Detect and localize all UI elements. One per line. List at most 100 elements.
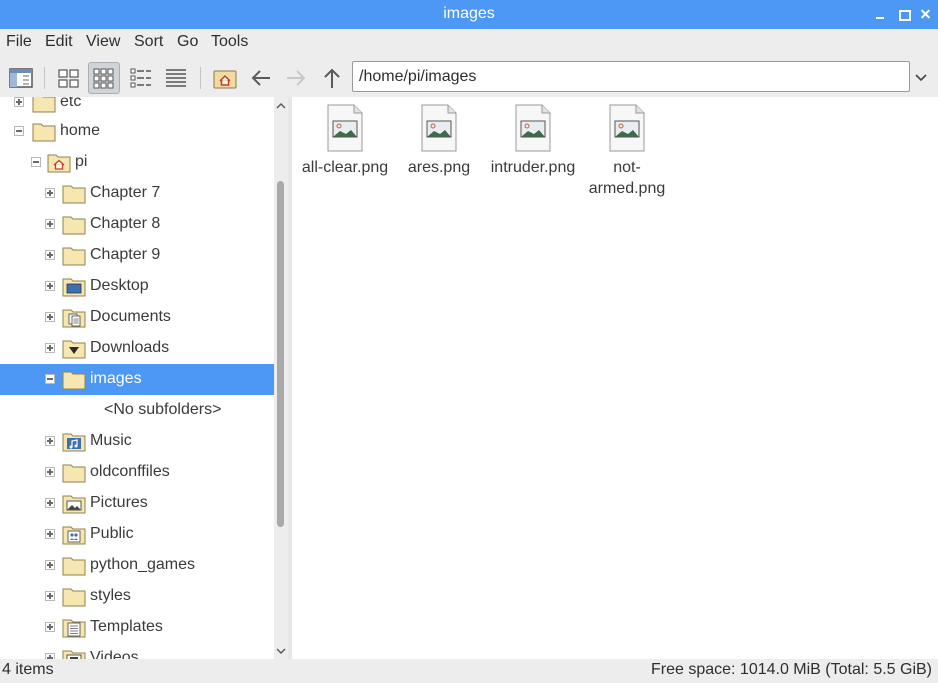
expand-icon[interactable] [45, 343, 55, 353]
tree-item-oldconffiles[interactable]: oldconffiles [0, 457, 275, 488]
file-name: intruder.png [490, 159, 576, 176]
image-file-icon [513, 103, 553, 153]
expand-icon[interactable] [45, 622, 55, 632]
expand-icon[interactable] [45, 250, 55, 260]
scroll-down-icon[interactable] [275, 644, 287, 656]
tree-item-label: Downloads [90, 339, 170, 356]
free-space: Free space: 1014.0 MiB (Total: 5.5 GiB) [650, 661, 932, 678]
file-name: not- armed.png [588, 159, 666, 197]
folder-icon [32, 97, 56, 113]
maximize-icon[interactable] [896, 6, 912, 22]
collapse-icon[interactable] [14, 126, 24, 136]
menu-edit[interactable]: Edit [45, 33, 73, 51]
scrollbar-thumb[interactable] [277, 181, 284, 527]
expand-icon[interactable] [45, 591, 55, 601]
tree-item-styles[interactable]: styles [0, 581, 275, 612]
documents-folder-icon [62, 306, 86, 328]
expand-icon[interactable] [45, 498, 55, 508]
menu-bar: File Edit View Sort Go Tools [0, 29, 938, 57]
compact-view-icon[interactable] [125, 62, 157, 94]
expand-icon[interactable] [45, 281, 55, 291]
title-bar[interactable]: images [0, 0, 938, 29]
expand-icon[interactable] [14, 97, 24, 107]
menu-sort[interactable]: Sort [134, 33, 163, 51]
music-folder-icon [62, 430, 86, 452]
menu-view[interactable]: View [86, 33, 120, 51]
tree-item-label: Chapter 8 [90, 215, 161, 232]
menu-file[interactable]: File [6, 33, 32, 51]
home-icon[interactable] [209, 62, 241, 94]
thumbnail-view-icon[interactable] [88, 62, 120, 94]
collapse-icon[interactable] [45, 374, 55, 384]
tree-item-pictures[interactable]: Pictures [0, 488, 275, 519]
expand-icon[interactable] [45, 219, 55, 229]
pictures-folder-icon [62, 492, 86, 514]
tree-item-label: oldconffiles [90, 463, 170, 480]
templates-folder-icon [62, 616, 86, 638]
expand-icon[interactable] [45, 312, 55, 322]
sidepane-toggle-icon[interactable] [5, 62, 37, 94]
tree-item-label: Chapter 9 [90, 246, 161, 263]
up-arrow-icon[interactable] [316, 62, 348, 94]
expand-icon[interactable] [45, 436, 55, 446]
menu-go[interactable]: Go [177, 33, 198, 51]
close-icon[interactable] [918, 6, 934, 22]
tree-item-desktop[interactable]: Desktop [0, 271, 275, 302]
toolbar-separator [200, 67, 201, 89]
tree-item-music[interactable]: Music [0, 426, 275, 457]
tree-item-label: Chapter 7 [90, 184, 161, 201]
folder-icon [62, 554, 86, 576]
tree-item-label: Documents [90, 308, 171, 325]
tree-item-home[interactable]: home [0, 116, 275, 147]
window-title: images [443, 5, 495, 22]
image-file-icon [607, 103, 647, 153]
path-input[interactable] [353, 62, 909, 91]
folder-icon [62, 585, 86, 607]
tree-item-pi[interactable]: pi [0, 147, 275, 178]
file-item[interactable]: intruder.png [485, 103, 581, 178]
public-folder-icon [62, 523, 86, 545]
tree-item-chapter-9[interactable]: Chapter 9 [0, 240, 275, 271]
tree-item-label: Pictures [90, 494, 148, 511]
expand-icon[interactable] [45, 467, 55, 477]
sidebar-scrollbar[interactable] [274, 97, 288, 659]
minimize-icon[interactable] [872, 6, 888, 22]
tree-item-chapter-8[interactable]: Chapter 8 [0, 209, 275, 240]
tree-item-videos[interactable]: Videos [0, 643, 275, 659]
no-subfolders-label: <No subfolders> [104, 401, 222, 418]
file-item[interactable]: all-clear.png [297, 103, 393, 178]
tree-item-documents[interactable]: Documents [0, 302, 275, 333]
chevron-down-icon[interactable] [912, 69, 930, 87]
expand-icon[interactable] [45, 529, 55, 539]
tree-item-label: pi [75, 153, 88, 170]
tree-item-label: Templates [90, 618, 163, 635]
tree-item-downloads[interactable]: Downloads [0, 333, 275, 364]
expand-icon[interactable] [45, 188, 55, 198]
list-view-icon[interactable] [160, 62, 192, 94]
tree-item-label: Videos [90, 649, 139, 659]
tree-item-label: images [90, 370, 142, 387]
tree-item-label: Public [90, 525, 134, 542]
menu-tools[interactable]: Tools [211, 33, 248, 51]
tree-item-label: python_games [90, 556, 195, 573]
collapse-icon[interactable] [31, 157, 41, 167]
scroll-up-icon[interactable] [275, 99, 287, 111]
tree-item-python-games[interactable]: python_games [0, 550, 275, 581]
tree-item-images[interactable]: images [0, 364, 275, 395]
back-arrow-icon[interactable] [245, 62, 277, 94]
tree-item-templates[interactable]: Templates [0, 612, 275, 643]
file-item[interactable]: not- armed.png [579, 103, 675, 199]
tree-item-chapter-7[interactable]: Chapter 7 [0, 178, 275, 209]
tree-item-public[interactable]: Public [0, 519, 275, 550]
file-view[interactable]: all-clear.png ares.png intruder.png not-… [292, 97, 938, 659]
icon-view-icon[interactable] [53, 62, 85, 94]
tree-item-etc[interactable]: etc [0, 97, 275, 118]
folder-icon [62, 213, 86, 235]
location-bar[interactable] [352, 61, 910, 92]
directory-tree: etc home pi Chapter 7 Chapter 8 Chapter … [0, 97, 275, 659]
file-item[interactable]: ares.png [391, 103, 487, 178]
expand-icon[interactable] [45, 560, 55, 570]
desktop-folder-icon [62, 275, 86, 297]
forward-arrow-icon[interactable] [280, 62, 312, 94]
downloads-folder-icon [62, 337, 86, 359]
